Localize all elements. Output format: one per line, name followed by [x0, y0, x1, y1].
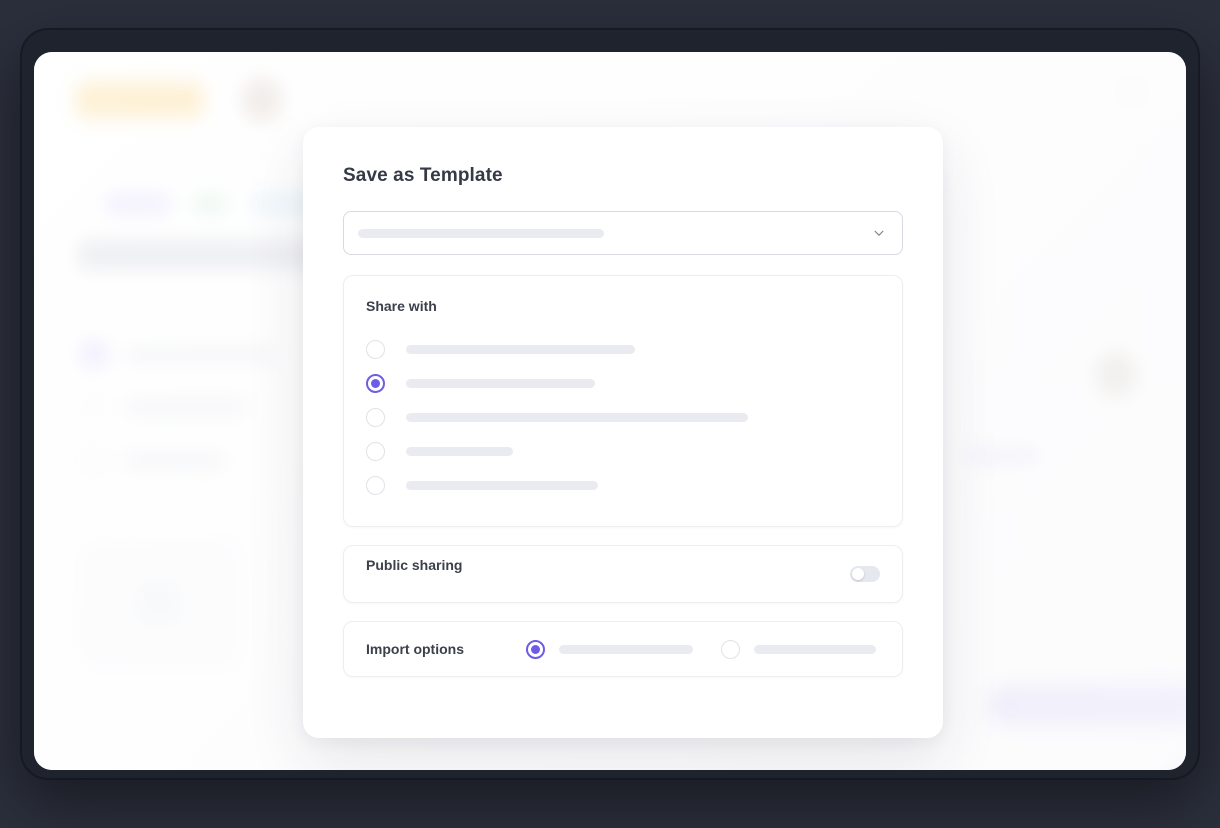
- radio-unchecked-icon[interactable]: [366, 339, 385, 359]
- radio-checked-icon[interactable]: [366, 373, 385, 393]
- chevron-down-icon: [872, 226, 886, 240]
- save-as-template-modal: Save as Template Share with Public shari…: [303, 127, 943, 738]
- import-option[interactable]: [721, 639, 876, 659]
- radio-unchecked-icon[interactable]: [366, 407, 385, 427]
- radio-unchecked-icon[interactable]: [721, 639, 740, 659]
- share-with-option[interactable]: [366, 400, 880, 434]
- radio-unchecked-icon[interactable]: [366, 441, 385, 461]
- background-radio-label: [126, 349, 276, 361]
- radio-checked-icon[interactable]: [526, 639, 545, 659]
- template-select[interactable]: [343, 211, 903, 255]
- background-radio-label: [126, 401, 246, 413]
- background-radio-label: [126, 455, 224, 467]
- share-with-option-label: [406, 446, 513, 456]
- radio-unchecked-icon[interactable]: [366, 475, 385, 495]
- device-screen: Save as Template Share with Public shari…: [34, 52, 1186, 770]
- import-options-radio-group: [526, 639, 876, 659]
- share-with-option-label: [406, 412, 748, 422]
- public-sharing-card: Public sharing: [343, 545, 903, 603]
- background-radio-icon: [80, 446, 108, 474]
- background-radio-icon: [80, 392, 108, 420]
- share-with-option[interactable]: [366, 434, 880, 468]
- background-badge: [76, 82, 204, 118]
- share-with-radio-group: [366, 332, 880, 502]
- share-with-option-label: [406, 480, 598, 490]
- import-options-label: Import options: [366, 641, 464, 657]
- device-frame: Save as Template Share with Public shari…: [22, 30, 1198, 778]
- share-with-label: Share with: [366, 298, 437, 314]
- background-floating-action-button: [1170, 766, 1186, 770]
- background-avatar-top: [242, 78, 282, 122]
- share-with-card: Share with: [343, 275, 903, 527]
- background-radio-icon: [80, 340, 108, 368]
- public-sharing-label: Public sharing: [366, 557, 463, 573]
- import-option-label: [754, 644, 876, 654]
- background-primary-button: [986, 684, 1186, 726]
- background-upload-dropzone: [82, 544, 234, 662]
- share-with-option-label: [406, 378, 595, 388]
- background-avatar-right: [1096, 352, 1136, 398]
- share-with-option-label: [406, 344, 635, 354]
- share-with-option[interactable]: [366, 468, 880, 502]
- background-chip: [104, 194, 172, 214]
- background-topbar-menu-icon: [1124, 90, 1140, 95]
- import-option-label: [559, 644, 693, 654]
- import-option[interactable]: [526, 639, 693, 659]
- template-select-value-placeholder: [358, 228, 604, 238]
- import-options-card: Import options: [343, 621, 903, 677]
- background-chip: [192, 194, 228, 214]
- public-sharing-toggle[interactable]: [850, 566, 880, 582]
- background-panel-line: [964, 450, 1038, 462]
- modal-title: Save as Template: [343, 165, 503, 186]
- share-with-option[interactable]: [366, 332, 880, 366]
- share-with-option[interactable]: [366, 366, 880, 400]
